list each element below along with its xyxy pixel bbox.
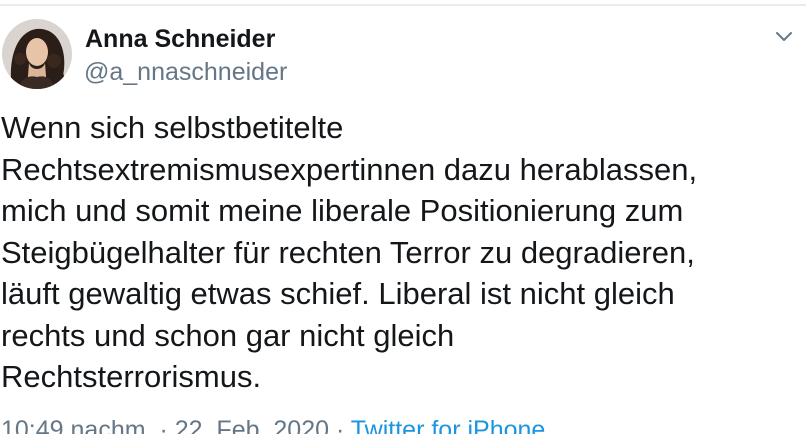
meta-separator: · xyxy=(329,416,351,434)
author-name[interactable]: Anna Schneider xyxy=(85,25,275,54)
tweet-source-link[interactable]: Twitter for iPhone xyxy=(351,416,546,434)
author-handle[interactable]: @a_nnaschneider xyxy=(84,58,287,87)
divider xyxy=(0,4,806,6)
tweet-menu-button[interactable] xyxy=(770,24,798,48)
tweet: Anna Schneider @a_nnaschneider Wenn sich… xyxy=(0,0,806,434)
tweet-text: Wenn sich selbstbetitelte Rechtsextremis… xyxy=(1,110,698,394)
avatar[interactable] xyxy=(2,19,72,89)
avatar-image xyxy=(2,19,72,89)
tweet-meta: 10:49 nachm. · 22. Feb. 2020 · Twitter f… xyxy=(1,416,545,434)
chevron-down-icon xyxy=(776,32,792,41)
meta-separator: · xyxy=(152,416,175,434)
tweet-date[interactable]: 22. Feb. 2020 xyxy=(175,416,329,434)
tweet-time[interactable]: 10:49 nachm. xyxy=(1,416,153,434)
